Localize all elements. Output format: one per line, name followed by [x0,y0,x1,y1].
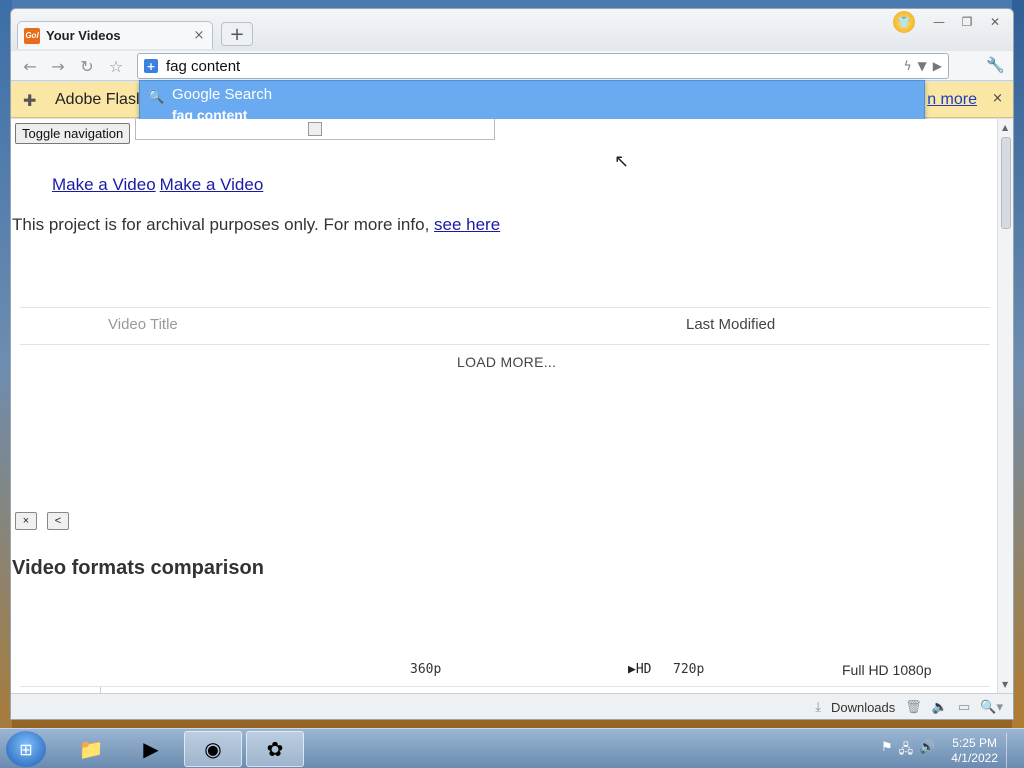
browser-toolbar: ← → ↻ ☆ + fag content ϟ ▼ ▶ 🔧 [11,51,1013,81]
downloads-button[interactable]: Downloads [831,700,895,715]
divider [20,686,990,687]
mouse-cursor-icon: ↖ [614,151,630,172]
photo-app-icon[interactable]: ✿ [246,731,304,767]
title-bar: Gol Your Videos × + 👕 — ❐ ✕ [11,9,1013,51]
network-icon[interactable]: 🖧 [899,740,914,762]
broken-image [135,119,495,140]
search-icon: 🔍 [148,89,165,104]
scroll-down-icon[interactable]: ▼ [1002,680,1008,689]
column-header-last-modified[interactable]: Last Modified [686,316,775,333]
load-more-button[interactable]: LOAD MORE... [457,354,556,370]
res-1080p: Full HD 1080p [842,662,932,678]
toggle-navigation-button[interactable]: Toggle navigation [15,123,131,144]
bookmark-star-icon[interactable]: ☆ [105,56,127,76]
address-bar-text[interactable]: fag content [166,58,904,75]
go-icon[interactable]: ▶ [933,59,942,73]
address-bar[interactable]: + fag content ϟ ▼ ▶ [137,53,949,79]
clock-date: 4/1/2022 [951,751,998,765]
speaker-icon[interactable]: 🔊 [919,740,935,762]
see-here-link[interactable]: see here [434,215,500,234]
divider [20,307,990,308]
make-video-link[interactable]: Make a Video [52,175,156,194]
divider [20,344,990,345]
taskbar: ⊞ 📁 ▶ ◉ ✿ ⚑ 🖧 🔊 5:25 PM 4/1/2022 [0,728,1024,768]
clock-time: 5:25 PM [952,736,997,750]
suggestion-title: Google Search [172,86,273,103]
start-button[interactable]: ⊞ [6,731,46,767]
back-icon[interactable]: ← [19,56,41,76]
hd-badge: ▶HD [628,662,652,677]
tray-icons: ⚑ 🖧 🔊 [881,740,935,762]
formats-heading: Video formats comparison [12,557,264,579]
chrome-icon[interactable]: ◉ [184,731,242,767]
zoom-icon[interactable]: 🔍▾ [980,699,1003,715]
archival-text: This project is for archival purposes on… [12,215,435,234]
web-page: Toggle navigation Make a Video Make a Vid… [11,119,999,693]
flag-icon[interactable]: ⚑ [881,740,893,762]
puzzle-icon: ✚ [23,90,37,110]
infobar-close-icon[interactable]: × [992,91,1003,106]
close-window-icon[interactable]: ✕ [983,13,1007,31]
wrench-menu-icon[interactable]: 🔧 [986,56,1005,74]
res-720p: 720p [673,662,705,677]
profile-avatar-icon[interactable]: 👕 [893,11,915,33]
infobar-learn-more-link[interactable]: n more [927,91,977,109]
res-360p: 360p [410,662,442,677]
browser-window: Gol Your Videos × + 👕 — ❐ ✕ ← → ↻ ☆ + fa… [10,8,1014,720]
show-desktop-button[interactable] [1006,733,1018,768]
scroll-up-icon[interactable]: ▲ [1002,123,1008,132]
favicon-icon: Gol [24,27,40,44]
make-video-links: Make a Video Make a Video [52,175,267,195]
trash-icon[interactable]: 🗑 [905,699,922,715]
new-tab-button[interactable]: + [221,22,253,46]
shield-plus-icon: + [144,59,158,73]
minimize-icon[interactable]: — [927,13,951,31]
volume-icon[interactable]: 🔈 [932,699,948,715]
tab-your-videos[interactable]: Gol Your Videos × [17,21,213,49]
reload-icon[interactable]: ↻ [76,56,98,76]
scroll-thumb[interactable] [1001,137,1011,229]
omnibox-actions: ϟ ▼ ▶ [904,59,942,73]
forward-icon[interactable]: → [47,56,69,76]
clock[interactable]: 5:25 PM 4/1/2022 [951,736,998,766]
explorer-icon[interactable]: 📁 [62,731,120,767]
media-player-icon[interactable]: ▶ [122,731,180,767]
archival-notice: This project is for archival purposes on… [12,215,500,235]
back-button[interactable]: < [47,512,69,530]
infobar-text: Adobe Flasl [55,90,140,108]
status-bar: ⤓ Downloads 🗑 🔈 ▭ 🔍▾ [11,693,1013,719]
window-controls: 👕 — ❐ ✕ [893,11,1007,33]
download-icon: ⤓ [815,699,821,714]
make-video-link[interactable]: Make a Video [160,175,264,194]
close-button[interactable]: × [15,512,37,530]
lightning-icon[interactable]: ϟ [904,59,912,73]
page-scrollbar[interactable]: ▲ ▼ [997,119,1013,693]
window-icon[interactable]: ▭ [958,699,970,715]
tab-close-icon[interactable]: × [192,28,206,43]
restore-icon[interactable]: ❐ [955,13,979,31]
tab-title: Your Videos [46,28,121,43]
system-tray: ⚑ 🖧 🔊 5:25 PM 4/1/2022 [881,733,1018,768]
dropdown-icon[interactable]: ▼ [918,59,927,73]
column-header-video-title[interactable]: Video Title [108,316,178,333]
